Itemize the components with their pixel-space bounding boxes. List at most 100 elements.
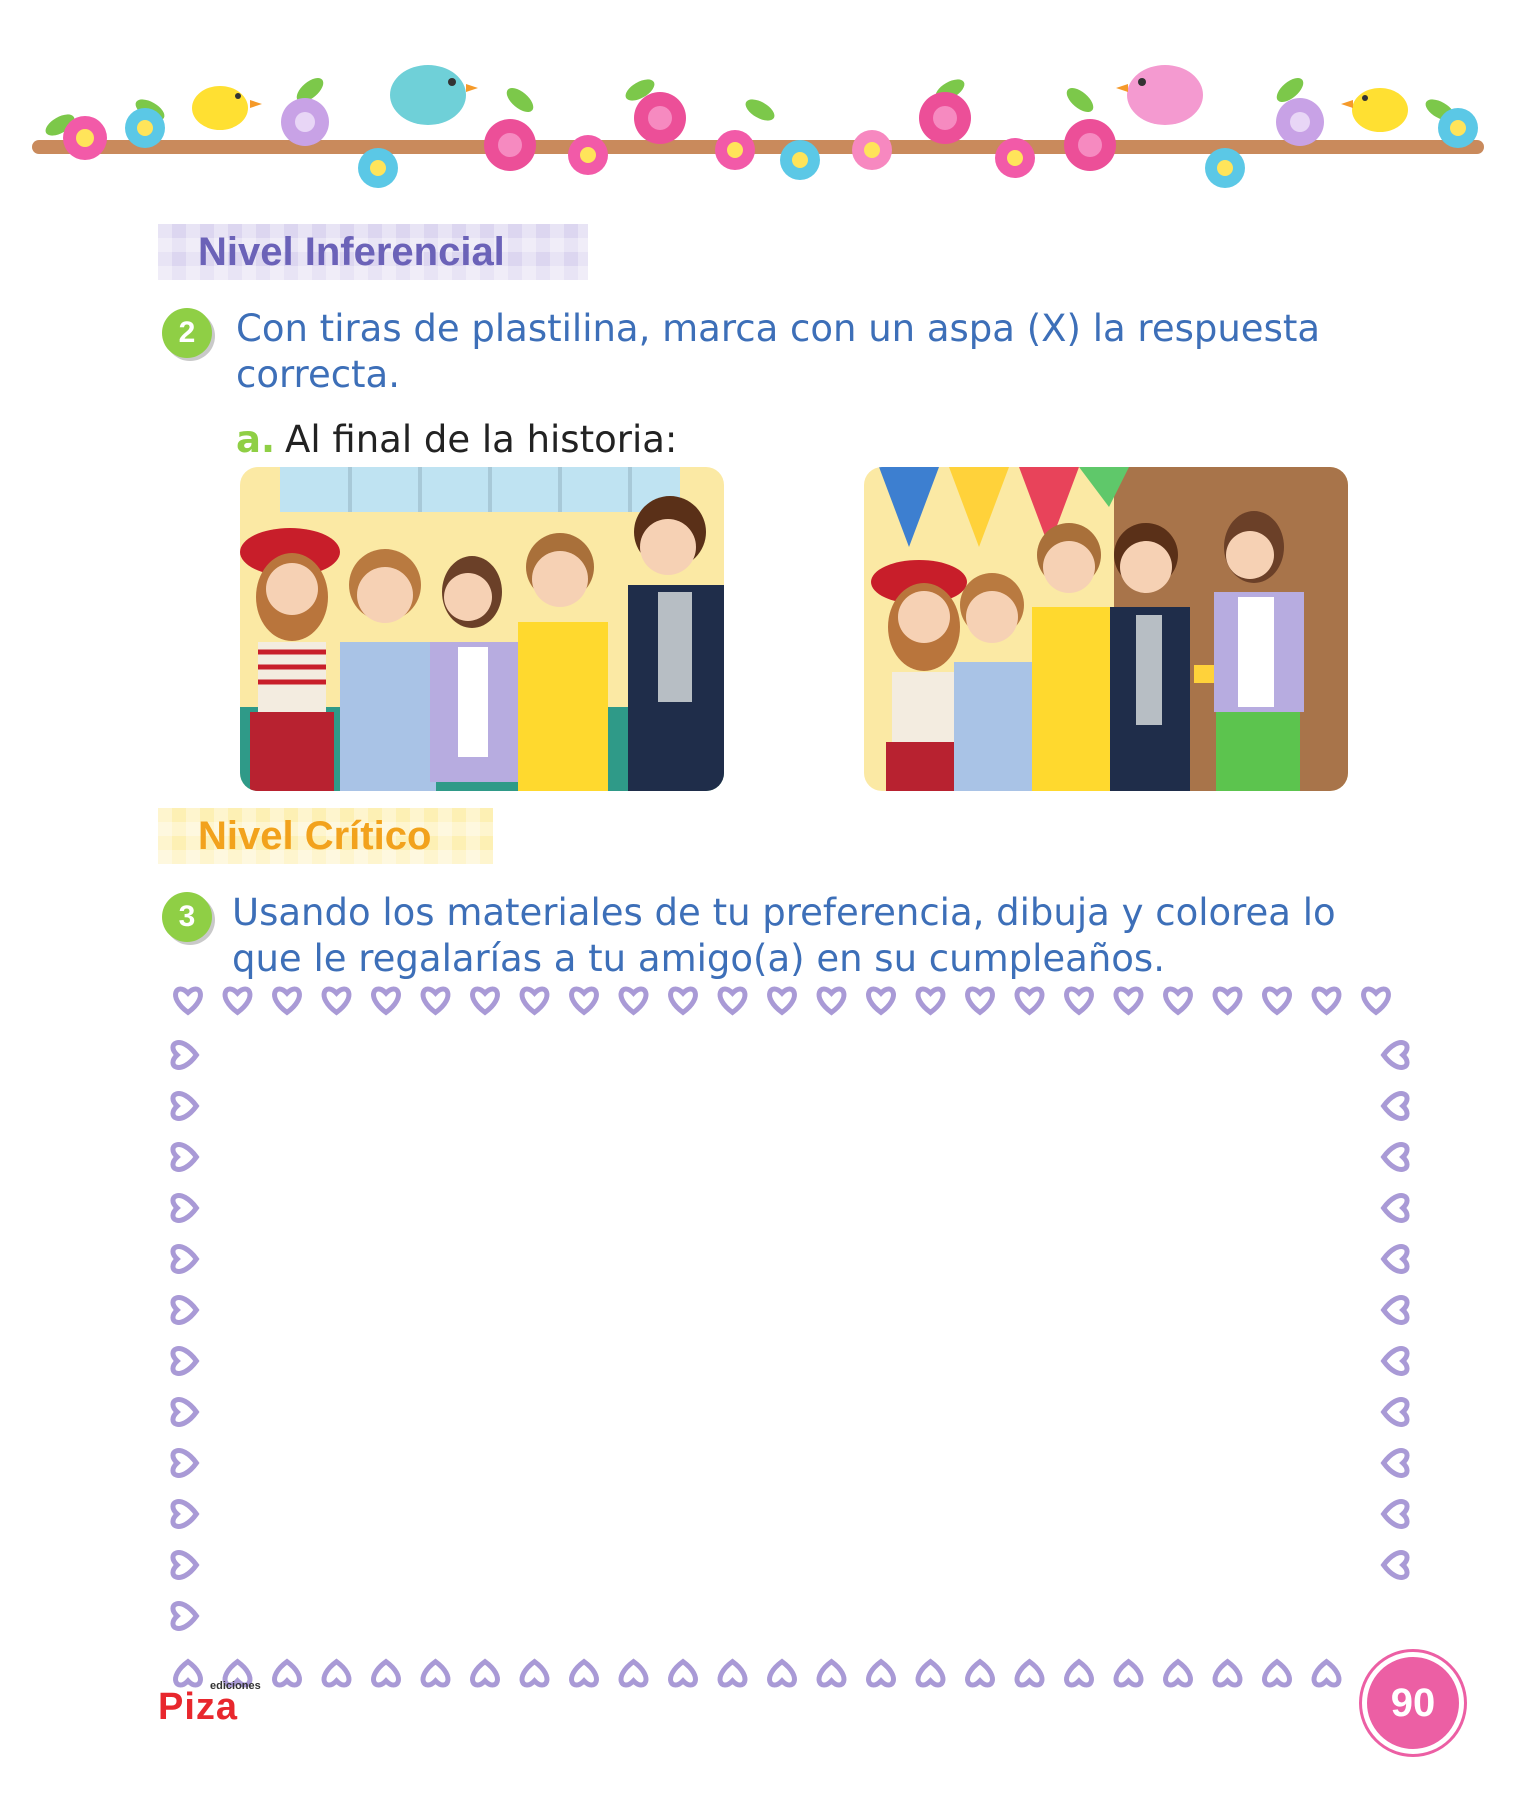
heart-icon	[170, 1091, 200, 1121]
heart-icon	[170, 1142, 200, 1172]
heart-icon	[1311, 986, 1342, 1016]
publisher-logo: ediciones Piza	[158, 1680, 268, 1732]
heart-icon	[569, 986, 599, 1016]
heart-icon	[272, 986, 302, 1016]
pink-rose	[484, 119, 536, 171]
heart-icon	[1064, 1658, 1094, 1688]
heart-icon	[321, 1658, 352, 1688]
heart-icon	[173, 986, 203, 1016]
flower-garland-decoration	[32, 65, 1484, 188]
heart-icon	[915, 986, 946, 1016]
question-3-text: Usando los materiales de tu preferencia,…	[232, 891, 1336, 980]
pink-bird	[1116, 65, 1203, 125]
illustration-friends-party[interactable]	[864, 467, 1348, 791]
leaves	[45, 78, 1455, 136]
heart-icon	[1163, 986, 1193, 1016]
heart-icon	[717, 1658, 748, 1688]
blue-flower	[1438, 108, 1478, 148]
blue-bird	[390, 65, 478, 125]
heart-icon	[1212, 986, 1243, 1016]
blue-flower	[125, 108, 165, 148]
heart-icon	[965, 1658, 995, 1688]
heart-icon	[1380, 1295, 1410, 1325]
heart-icon	[519, 1658, 550, 1688]
heart-icon	[1380, 1397, 1410, 1427]
section-header-critico: Nivel Crítico	[158, 808, 493, 864]
heart-icon	[170, 1397, 200, 1427]
heart-icon	[170, 1346, 200, 1376]
heart-icon	[1262, 1658, 1292, 1688]
blue-flower	[358, 148, 398, 188]
heart-icon	[170, 1295, 200, 1325]
blue-flower	[1205, 148, 1245, 188]
heart-icon	[866, 986, 896, 1016]
heart-icon	[1380, 1142, 1410, 1172]
heart-icon	[1380, 1346, 1410, 1376]
pink-rose	[919, 92, 971, 144]
heart-icon	[816, 1658, 847, 1688]
heart-icon	[170, 1244, 200, 1274]
heart-icon	[668, 1658, 698, 1688]
heart-icon	[1113, 1658, 1144, 1688]
heart-icon	[1380, 1550, 1410, 1580]
heart-icon	[170, 1193, 200, 1223]
branch	[32, 140, 1484, 154]
heart-icon	[1361, 986, 1391, 1016]
heart-icon	[668, 986, 698, 1016]
heart-icon	[170, 1601, 200, 1631]
yellow-bird	[192, 86, 262, 130]
heart-icon	[1380, 1091, 1410, 1121]
heart-icon	[618, 1658, 649, 1688]
heart-icon	[371, 1658, 401, 1688]
pink-rose	[634, 92, 686, 144]
heart-icon	[1212, 1658, 1243, 1688]
heart-icon	[965, 986, 995, 1016]
heart-icon	[170, 1040, 200, 1070]
item-text: Al final de la historia:	[285, 418, 678, 461]
heart-icon	[420, 986, 451, 1016]
heart-icon	[866, 1658, 896, 1688]
heart-icon	[1113, 986, 1144, 1016]
yellow-bird	[1341, 88, 1408, 132]
heart-icon	[170, 1448, 200, 1478]
heart-icon	[170, 1499, 200, 1529]
heart-icon	[816, 986, 847, 1016]
heart-icon	[420, 1658, 451, 1688]
pink-flower	[995, 138, 1035, 178]
heart-icon	[1380, 1193, 1410, 1223]
illustration-friends-classroom[interactable]	[240, 467, 724, 791]
heart-icon	[1380, 1448, 1410, 1478]
heart-icon	[767, 986, 797, 1016]
heart-icon	[767, 1658, 797, 1688]
heart-icon	[569, 1658, 599, 1688]
heart-icon	[1380, 1244, 1410, 1274]
pink-rose	[1064, 119, 1116, 171]
pink-flower	[852, 130, 892, 170]
heart-icon	[321, 986, 352, 1016]
heart-icon	[470, 1658, 500, 1688]
heart-icon	[272, 1658, 302, 1688]
heart-icon	[1014, 986, 1045, 1016]
pink-flower	[568, 135, 608, 175]
heart-icon	[1380, 1040, 1410, 1070]
heart-icon	[717, 986, 748, 1016]
question-number-badge: 2	[162, 308, 212, 358]
section-header-inferencial: Nivel Inferencial	[158, 224, 588, 280]
pink-flower	[63, 116, 107, 160]
logo-main-text: Piza	[158, 1686, 239, 1728]
heart-icon	[170, 1550, 200, 1580]
heart-icon	[371, 986, 401, 1016]
heart-icon	[1064, 986, 1094, 1016]
drawing-area-heart-frame[interactable]	[160, 982, 1420, 1692]
purple-flower	[1276, 98, 1324, 146]
pink-flower	[715, 130, 755, 170]
blue-flower	[780, 140, 820, 180]
question-number-badge: 3	[162, 892, 212, 942]
heart-icon	[618, 986, 649, 1016]
item-a: a. Al final de la historia:	[236, 418, 677, 461]
heart-icon	[1311, 1658, 1342, 1688]
heart-icon	[519, 986, 550, 1016]
item-letter: a.	[236, 418, 276, 461]
page-number-badge: 90	[1362, 1652, 1464, 1754]
heart-icon	[1380, 1499, 1410, 1529]
